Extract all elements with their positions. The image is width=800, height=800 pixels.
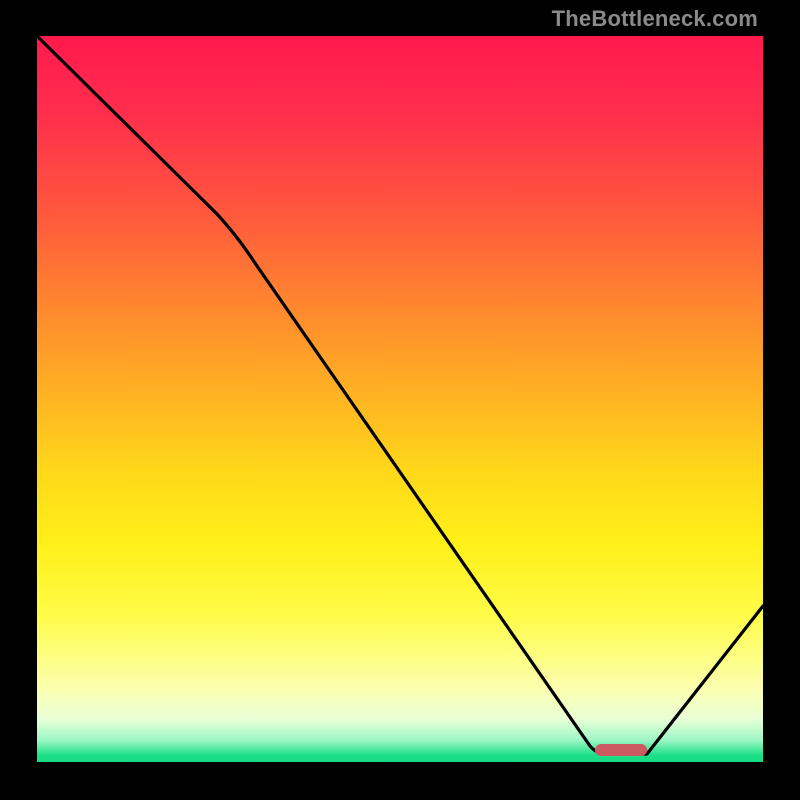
plot-frame [37, 36, 763, 762]
gradient-background [37, 36, 763, 762]
watermark-text: TheBottleneck.com [552, 6, 758, 32]
optimal-marker [595, 744, 647, 756]
